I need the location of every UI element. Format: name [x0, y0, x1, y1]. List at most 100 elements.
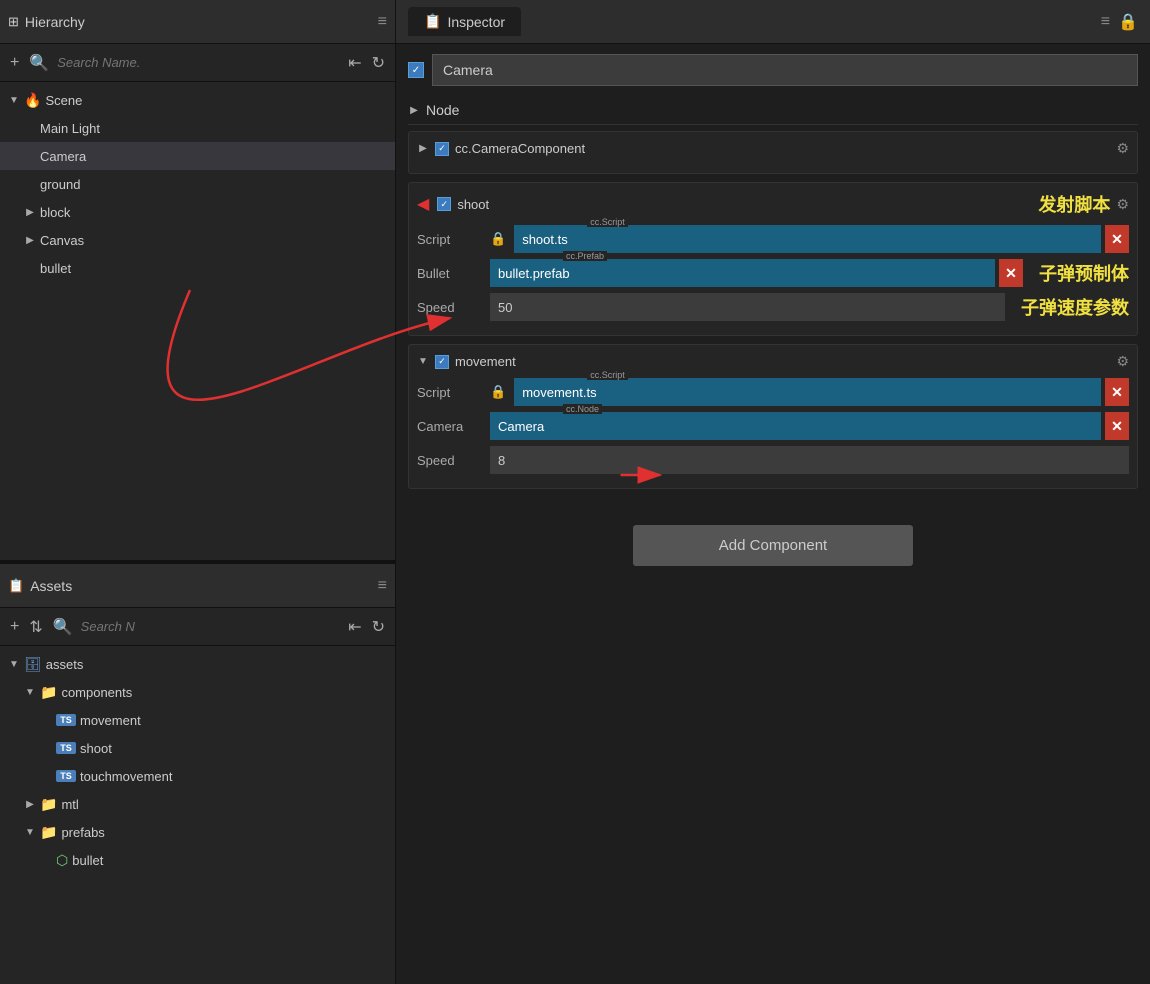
shoot-script-lock: 🔒	[490, 231, 506, 247]
cc-camera-block: ✓ cc.CameraComponent ⚙	[408, 131, 1138, 174]
scene-arrow	[8, 95, 20, 106]
shoot-speed-input-wrapper	[490, 293, 1005, 321]
canvas-arrow	[24, 235, 36, 246]
hierarchy-toolbar: + 🔍 ⇤ ↻	[0, 44, 395, 82]
components-folder-icon: 📁	[40, 684, 57, 701]
assets-root-folder-icon: 🗄	[24, 656, 42, 673]
cc-camera-arrow	[417, 143, 429, 154]
assets-menu-icon[interactable]: ≡	[378, 577, 387, 595]
bullet-prefab-label: bullet	[72, 853, 103, 868]
cc-camera-gear-icon[interactable]: ⚙	[1116, 140, 1129, 157]
assets-collapse-icon[interactable]: ⇤	[346, 615, 363, 639]
assets-search-icon[interactable]: 🔍	[51, 615, 75, 639]
refresh-icon[interactable]: ↻	[370, 51, 387, 75]
shoot-script-clear-button[interactable]: ✕	[1105, 225, 1129, 253]
shoot-bullet-label: Bullet	[417, 266, 482, 281]
assets-root-label: assets	[46, 657, 84, 672]
hierarchy-item-ground[interactable]: ground	[0, 170, 395, 198]
camera-label: Camera	[40, 149, 86, 164]
assets-add-button[interactable]: +	[8, 616, 21, 638]
assets-refresh-icon[interactable]: ↻	[370, 615, 387, 639]
shoot-checkbox[interactable]: ✓	[437, 197, 451, 211]
main-light-label: Main Light	[40, 121, 100, 136]
movement-camera-input-wrapper: cc.Node ✕	[490, 412, 1129, 440]
shoot-bullet-row: Bullet cc.Prefab ✕ 子弹预制体	[417, 259, 1129, 287]
node-section-header[interactable]: Node	[408, 96, 1138, 125]
shoot-gear-icon[interactable]: ⚙	[1116, 196, 1129, 213]
hierarchy-menu-icon[interactable]: ≡	[378, 13, 387, 31]
collapse-icon[interactable]: ⇤	[346, 51, 363, 75]
entity-name-input[interactable]	[432, 54, 1138, 86]
shoot-annotation: 发射脚本	[1038, 191, 1110, 217]
assets-sort-button[interactable]: ⇅	[27, 615, 44, 639]
inspector-panel: 📋 Inspector ≡ 🔒 ✓ Node	[396, 0, 1150, 984]
movement-checkbox[interactable]: ✓	[435, 355, 449, 369]
hierarchy-item-block[interactable]: block	[0, 198, 395, 226]
assets-item-components[interactable]: 📁 components	[0, 678, 395, 706]
add-component-button[interactable]: Add Component	[633, 525, 913, 566]
touchmovement-ts-label: touchmovement	[80, 769, 173, 784]
movement-ts-icon: TS	[56, 714, 76, 726]
hierarchy-item-scene[interactable]: 🔥 Scene	[0, 86, 395, 114]
hierarchy-item-camera[interactable]: Camera	[0, 142, 395, 170]
assets-item-shoot[interactable]: TS shoot	[0, 734, 395, 762]
inspector-tab[interactable]: 📋 Inspector	[408, 7, 521, 36]
inspector-body: ✓ Node ✓ cc.CameraComponent ⚙	[396, 44, 1150, 984]
hierarchy-search-input[interactable]	[57, 55, 340, 70]
movement-header[interactable]: ✓ movement ⚙	[417, 353, 1129, 370]
shoot-speed-label: Speed	[417, 300, 482, 315]
movement-speed-input[interactable]	[490, 446, 1129, 474]
inspector-menu-icon[interactable]: ≡	[1101, 13, 1110, 31]
scene-label: Scene	[45, 93, 82, 108]
movement-camera-row: Camera cc.Node ✕	[417, 412, 1129, 440]
movement-camera-clear-button[interactable]: ✕	[1105, 412, 1129, 440]
movement-script-clear-button[interactable]: ✕	[1105, 378, 1129, 406]
shoot-header[interactable]: ◀ ✓ shoot 发射脚本 ⚙	[417, 191, 1129, 217]
shoot-title: shoot	[457, 197, 1022, 212]
hierarchy-item-bullet[interactable]: bullet	[0, 254, 395, 282]
shoot-expand-arrow: ◀	[417, 194, 429, 214]
assets-search-input[interactable]	[81, 619, 341, 634]
cc-camera-checkbox[interactable]: ✓	[435, 142, 449, 156]
components-arrow	[24, 687, 36, 698]
add-node-button[interactable]: +	[8, 52, 21, 74]
hierarchy-item-canvas[interactable]: Canvas	[0, 226, 395, 254]
inspector-header: 📋 Inspector ≡ 🔒	[396, 0, 1150, 44]
entity-checkbox[interactable]: ✓	[408, 62, 424, 78]
touchmovement-ts-icon: TS	[56, 770, 76, 782]
shoot-script-input[interactable]	[514, 225, 1101, 253]
shoot-script-type-tag: cc.Script	[587, 217, 628, 227]
assets-title: 📋 Assets	[8, 578, 378, 594]
shoot-bullet-input[interactable]	[490, 259, 995, 287]
assets-item-touchmovement[interactable]: TS touchmovement	[0, 762, 395, 790]
movement-speed-input-wrapper	[490, 446, 1129, 474]
bullet-prefab-icon: ⬡	[56, 852, 68, 869]
assets-item-prefabs[interactable]: 📁 prefabs	[0, 818, 395, 846]
hierarchy-item-main-light[interactable]: Main Light	[0, 114, 395, 142]
assets-item-bullet-prefab[interactable]: ⬡ bullet	[0, 846, 395, 874]
assets-panel: 📋 Assets ≡ + ⇅ 🔍 ⇤ ↻	[0, 564, 395, 984]
search-icon[interactable]: 🔍	[27, 51, 51, 75]
mtl-folder-icon: 📁	[40, 796, 57, 813]
prefabs-label: prefabs	[61, 825, 104, 840]
assets-item-movement[interactable]: TS movement	[0, 706, 395, 734]
assets-item-root[interactable]: 🗄 assets	[0, 650, 395, 678]
movement-script-input[interactable]	[514, 378, 1101, 406]
movement-camera-input[interactable]	[490, 412, 1101, 440]
hierarchy-title-text: Hierarchy	[25, 14, 85, 30]
shoot-speed-input[interactable]	[490, 293, 1005, 321]
assets-title-text: Assets	[30, 578, 72, 594]
bullet-annotation: 子弹预制体	[1039, 260, 1129, 286]
movement-script-lock: 🔒	[490, 384, 506, 400]
canvas-label: Canvas	[40, 233, 84, 248]
movement-camera-label: Camera	[417, 419, 482, 434]
movement-script-type-tag: cc.Script	[587, 370, 628, 380]
prefabs-folder-icon: 📁	[40, 824, 57, 841]
shoot-bullet-clear-button[interactable]: ✕	[999, 259, 1023, 287]
movement-gear-icon[interactable]: ⚙	[1116, 353, 1129, 370]
hierarchy-header: ⊞ Hierarchy ≡	[0, 0, 395, 44]
lock-icon[interactable]: 🔒	[1118, 12, 1138, 32]
movement-ts-label: movement	[80, 713, 141, 728]
assets-item-mtl[interactable]: 📁 mtl	[0, 790, 395, 818]
cc-camera-header[interactable]: ✓ cc.CameraComponent ⚙	[417, 140, 1129, 157]
